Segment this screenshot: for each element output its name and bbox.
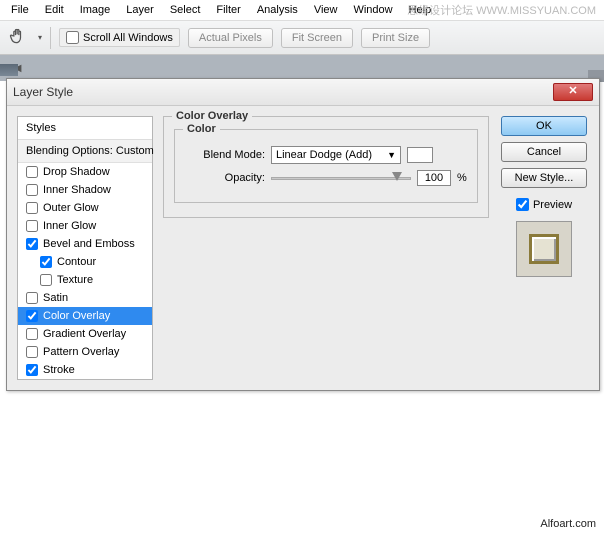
style-label: Pattern Overlay [43, 346, 119, 358]
style-checkbox[interactable] [40, 274, 52, 286]
footer-credit: Alfoart.com [540, 518, 596, 530]
preview-checkbox-input[interactable] [516, 198, 529, 211]
style-checkbox[interactable] [26, 364, 38, 376]
hand-tool-icon[interactable] [8, 26, 28, 49]
menu-edit[interactable]: Edit [38, 2, 71, 18]
style-checkbox[interactable] [26, 292, 38, 304]
print-size-button[interactable]: Print Size [361, 28, 430, 48]
style-row-outer-glow[interactable]: Outer Glow [18, 199, 152, 217]
new-style-button[interactable]: New Style... [501, 168, 587, 188]
scroll-all-checkbox-input[interactable] [66, 31, 79, 44]
style-row-bevel-and-emboss[interactable]: Bevel and Emboss [18, 235, 152, 253]
tool-flyout-icon[interactable]: ▾ [38, 33, 42, 42]
menu-window[interactable]: Window [346, 2, 399, 18]
style-checkbox[interactable] [26, 310, 38, 322]
preview-label: Preview [533, 199, 572, 211]
style-label: Bevel and Emboss [43, 238, 135, 250]
opacity-input[interactable]: 100 [417, 170, 451, 186]
preview-shape-icon [529, 234, 559, 264]
style-checkbox[interactable] [26, 238, 38, 250]
preview-thumbnail [516, 221, 572, 277]
style-label: Inner Glow [43, 220, 96, 232]
style-label: Color Overlay [43, 310, 110, 322]
watermark-text: 思缘设计论坛 WWW.MISSYUAN.COM [407, 2, 596, 18]
menu-file[interactable]: File [4, 2, 36, 18]
style-row-texture[interactable]: Texture [18, 271, 152, 289]
blend-mode-label: Blend Mode: [185, 149, 265, 161]
blend-mode-select[interactable]: Linear Dodge (Add) ▼ [271, 146, 401, 164]
ok-button[interactable]: OK [501, 116, 587, 136]
style-checkbox[interactable] [26, 166, 38, 178]
style-row-inner-glow[interactable]: Inner Glow [18, 217, 152, 235]
style-checkbox[interactable] [26, 220, 38, 232]
style-label: Stroke [43, 364, 75, 376]
menu-filter[interactable]: Filter [209, 2, 247, 18]
panel-strip [0, 64, 18, 76]
style-row-stroke[interactable]: Stroke [18, 361, 152, 379]
menu-layer[interactable]: Layer [119, 2, 161, 18]
menu-select[interactable]: Select [163, 2, 208, 18]
style-row-pattern-overlay[interactable]: Pattern Overlay [18, 343, 152, 361]
preview-checkbox[interactable]: Preview [516, 198, 572, 211]
menu-view[interactable]: View [307, 2, 345, 18]
style-checkbox[interactable] [40, 256, 52, 268]
scroll-all-windows-checkbox[interactable]: Scroll All Windows [59, 28, 180, 47]
dialog-title: Layer Style [13, 85, 73, 99]
close-icon[interactable]: ✕ [553, 83, 593, 101]
styles-header[interactable]: Styles [18, 117, 152, 140]
style-row-gradient-overlay[interactable]: Gradient Overlay [18, 325, 152, 343]
style-label: Outer Glow [43, 202, 99, 214]
style-row-inner-shadow[interactable]: Inner Shadow [18, 181, 152, 199]
opacity-label: Opacity: [185, 172, 265, 184]
opacity-unit: % [457, 172, 467, 184]
options-bar: ▾ Scroll All Windows Actual Pixels Fit S… [0, 21, 604, 55]
menu-image[interactable]: Image [73, 2, 118, 18]
style-label: Texture [57, 274, 93, 286]
slider-thumb-icon[interactable] [392, 172, 402, 181]
divider [50, 27, 51, 49]
style-checkbox[interactable] [26, 328, 38, 340]
actual-pixels-button[interactable]: Actual Pixels [188, 28, 273, 48]
style-label: Inner Shadow [43, 184, 111, 196]
style-row-color-overlay[interactable]: Color Overlay [18, 307, 152, 325]
color-swatch[interactable] [407, 147, 433, 163]
style-row-contour[interactable]: Contour [18, 253, 152, 271]
blend-mode-value: Linear Dodge (Add) [276, 149, 372, 161]
opacity-slider[interactable] [271, 177, 411, 180]
style-label: Contour [57, 256, 96, 268]
style-label: Satin [43, 292, 68, 304]
menu-analysis[interactable]: Analysis [250, 2, 305, 18]
style-checkbox[interactable] [26, 202, 38, 214]
chevron-down-icon: ▼ [387, 150, 396, 160]
subgroup-title: Color [183, 123, 220, 135]
style-row-drop-shadow[interactable]: Drop Shadow [18, 163, 152, 181]
style-checkbox[interactable] [26, 184, 38, 196]
blending-options-row[interactable]: Blending Options: Custom [18, 140, 152, 163]
group-title: Color Overlay [172, 110, 252, 122]
dialog-titlebar[interactable]: Layer Style ✕ [7, 79, 599, 106]
style-label: Gradient Overlay [43, 328, 126, 340]
style-checkbox[interactable] [26, 346, 38, 358]
cancel-button[interactable]: Cancel [501, 142, 587, 162]
scroll-all-label: Scroll All Windows [83, 32, 173, 44]
styles-list: Styles Blending Options: Custom Drop Sha… [17, 116, 153, 380]
layer-style-dialog: Layer Style ✕ Styles Blending Options: C… [6, 78, 600, 391]
dialog-buttons: OK Cancel New Style... Preview [499, 116, 589, 380]
style-row-satin[interactable]: Satin [18, 289, 152, 307]
settings-panel: Color Overlay Color Blend Mode: Linear D… [163, 116, 489, 380]
style-label: Drop Shadow [43, 166, 110, 178]
fit-screen-button[interactable]: Fit Screen [281, 28, 353, 48]
